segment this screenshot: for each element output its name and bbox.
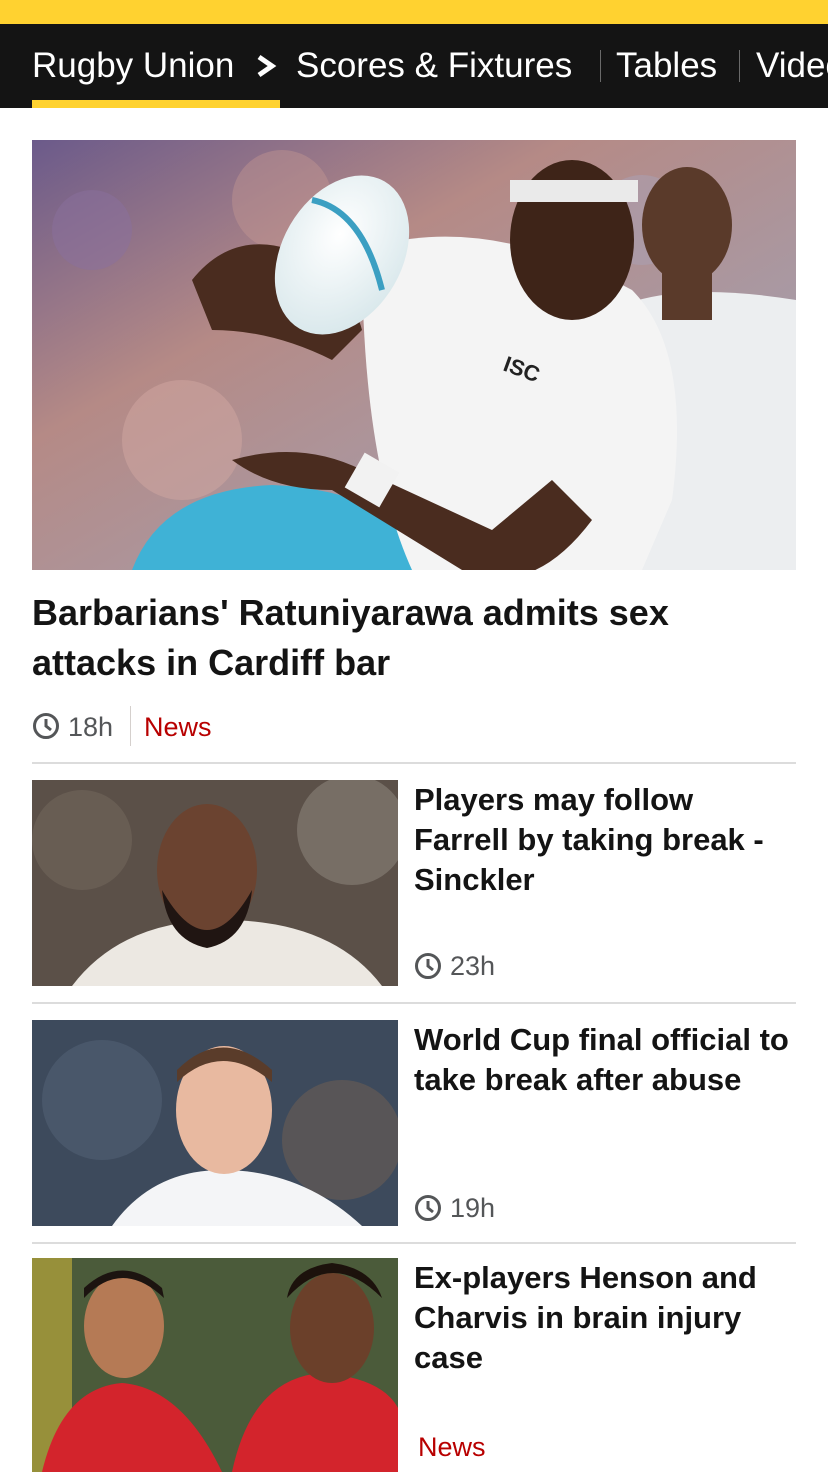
top-accent-bar: [0, 0, 828, 24]
story-headline[interactable]: Players may follow Farrell by taking bre…: [414, 780, 794, 900]
clock-icon: [33, 713, 59, 739]
lead-story-timestamp: 18h: [68, 712, 114, 742]
nav-item-rugby-union[interactable]: Rugby Union: [32, 44, 234, 88]
lead-story-section-tag[interactable]: News: [144, 710, 212, 744]
chevron-right-icon: [257, 54, 277, 78]
nav-active-indicator: [32, 100, 280, 108]
lead-story-headline[interactable]: Barbarians' Ratuniyarawa admits sex atta…: [32, 588, 796, 688]
story-section-tag[interactable]: News: [418, 1430, 486, 1464]
nav-separator: [739, 50, 740, 82]
story-headline[interactable]: Ex-players Henson and Charvis in brain i…: [414, 1258, 794, 1378]
story-timestamp: 19h: [450, 1193, 496, 1223]
nav-item-tables[interactable]: Tables: [616, 44, 717, 88]
nav-item-scores-fixtures[interactable]: Scores & Fixtures: [296, 44, 572, 88]
story-thumbnail[interactable]: [32, 780, 398, 986]
clock-icon: [415, 1195, 441, 1221]
divider: [32, 762, 796, 764]
divider: [32, 1002, 796, 1004]
nav-separator: [600, 50, 601, 82]
nav-item-video[interactable]: Video: [756, 44, 828, 88]
divider: [32, 1242, 796, 1244]
story-headline[interactable]: World Cup final official to take break a…: [414, 1020, 794, 1100]
story-thumbnail[interactable]: [32, 1020, 398, 1226]
sport-nav-bar: Rugby Union Scores & Fixtures Tables Vid…: [0, 24, 828, 108]
story-timestamp: 23h: [450, 951, 496, 981]
meta-separator: [130, 706, 131, 746]
lead-story-image[interactable]: ISC: [32, 140, 796, 570]
story-thumbnail[interactable]: [32, 1258, 398, 1472]
clock-icon: [415, 953, 441, 979]
